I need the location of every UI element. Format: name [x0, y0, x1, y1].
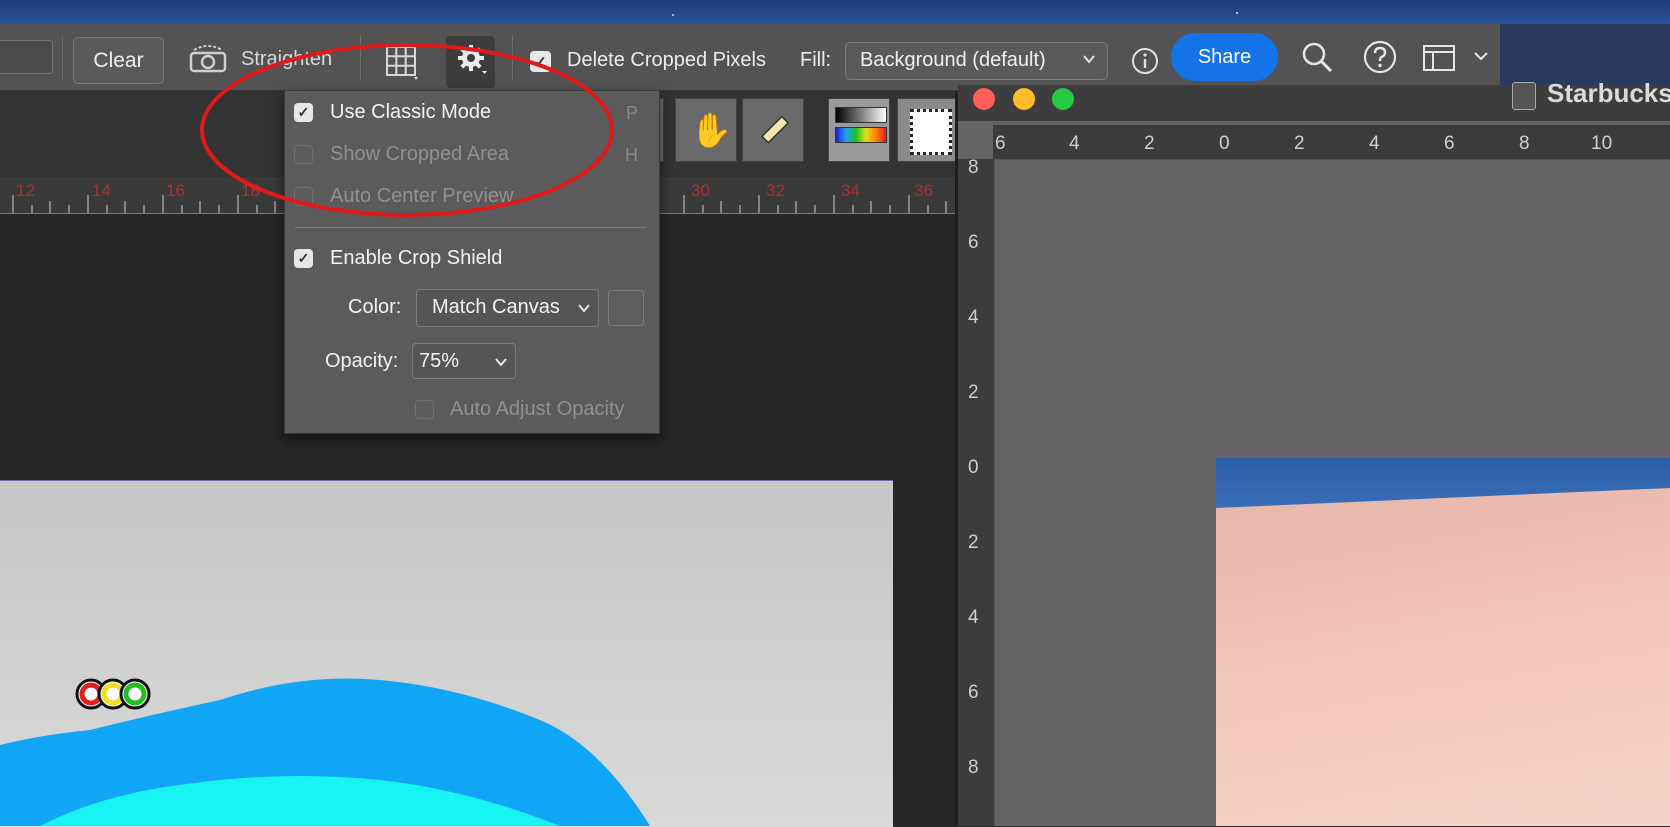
clear-button[interactable]: Clear	[73, 37, 164, 84]
info-icon[interactable]	[1131, 47, 1159, 75]
marquee-icon	[910, 109, 952, 155]
gradient-swatch	[835, 107, 887, 123]
ruler-tool-button[interactable]	[742, 98, 804, 162]
fill-label: Fill:	[800, 49, 832, 71]
shield-color-value[interactable]: Match Canvas	[432, 296, 560, 319]
chevron-down-icon[interactable]	[577, 301, 591, 315]
chevron-down-icon[interactable]	[1082, 52, 1096, 66]
shield-color-swatch[interactable]	[608, 290, 644, 326]
ruler-tick: 4	[1069, 133, 1080, 154]
ruler-tick: 0	[968, 457, 979, 478]
ruler-tick: 4	[1369, 133, 1380, 154]
ruler-tick: 4	[968, 607, 979, 628]
document-vertical-ruler: 8 6 4 2 0 2 4 6 8	[958, 157, 995, 826]
ratio-field[interactable]	[0, 40, 53, 74]
document-title[interactable]: Starbucks	[1547, 78, 1670, 109]
hand-tool-button[interactable]: ✋	[675, 98, 737, 162]
color-sampler-markers[interactable]	[75, 676, 155, 712]
ruler-tick: 2	[1144, 133, 1155, 154]
window-maximize-button[interactable]	[1052, 88, 1074, 110]
chevron-down-icon[interactable]	[1473, 49, 1489, 63]
ruler-tick: 2	[1294, 133, 1305, 154]
ruler-tick: 8	[1519, 133, 1530, 154]
workspace-layout-icon[interactable]	[1422, 43, 1456, 73]
tiff-file-icon	[1512, 82, 1536, 110]
enable-crop-shield-checkbox[interactable]: ✓	[294, 249, 313, 268]
auto-adjust-opacity-checkbox[interactable]	[415, 400, 434, 419]
fill-select-value[interactable]: Background (default)	[860, 49, 1046, 72]
spectrum-swatch	[835, 127, 887, 143]
ruler-tick: 0	[1219, 133, 1230, 154]
color-bars-button[interactable]	[828, 98, 890, 162]
ruler-tick: 4	[968, 307, 979, 328]
ruler-tick: 8	[968, 757, 979, 778]
shortcut-key: H	[625, 145, 638, 165]
ruler-icon	[760, 115, 790, 144]
separator	[62, 36, 63, 80]
chevron-down-icon[interactable]	[494, 355, 508, 369]
ruler-tick: 2	[968, 532, 979, 553]
menu-divider	[295, 227, 646, 228]
ruler-tick: 8	[968, 157, 979, 178]
opacity-label: Opacity:	[325, 350, 399, 372]
ruler-tick: 6	[1444, 133, 1455, 154]
desktop-background-strip	[0, 0, 1670, 24]
help-icon[interactable]	[1363, 40, 1397, 74]
ruler-tick: 6	[968, 682, 979, 703]
search-icon[interactable]	[1300, 40, 1334, 74]
annotation-ellipse	[200, 43, 614, 217]
enable-crop-shield-label[interactable]: Enable Crop Shield	[330, 247, 502, 270]
ruler-tick: 6	[968, 232, 979, 253]
opacity-value[interactable]: 75%	[419, 350, 459, 373]
shortcut-key: P	[626, 103, 639, 123]
shield-color-label: Color:	[348, 296, 402, 318]
ruler-tick: 2	[968, 382, 979, 403]
document-image	[1216, 458, 1670, 826]
ruler-tick: 6	[995, 133, 1006, 154]
hand-icon: ✋	[690, 112, 733, 150]
auto-adjust-opacity-label[interactable]: Auto Adjust Opacity	[450, 398, 625, 421]
selection-frame-button[interactable]	[897, 98, 959, 162]
document-horizontal-ruler: 6 4 2 0 2 4 6 8 10	[993, 125, 1670, 160]
ruler-tick: 10	[1591, 133, 1613, 154]
share-button[interactable]: Share	[1171, 33, 1278, 81]
window-minimize-button[interactable]	[1013, 88, 1035, 110]
window-close-button[interactable]	[973, 88, 995, 110]
